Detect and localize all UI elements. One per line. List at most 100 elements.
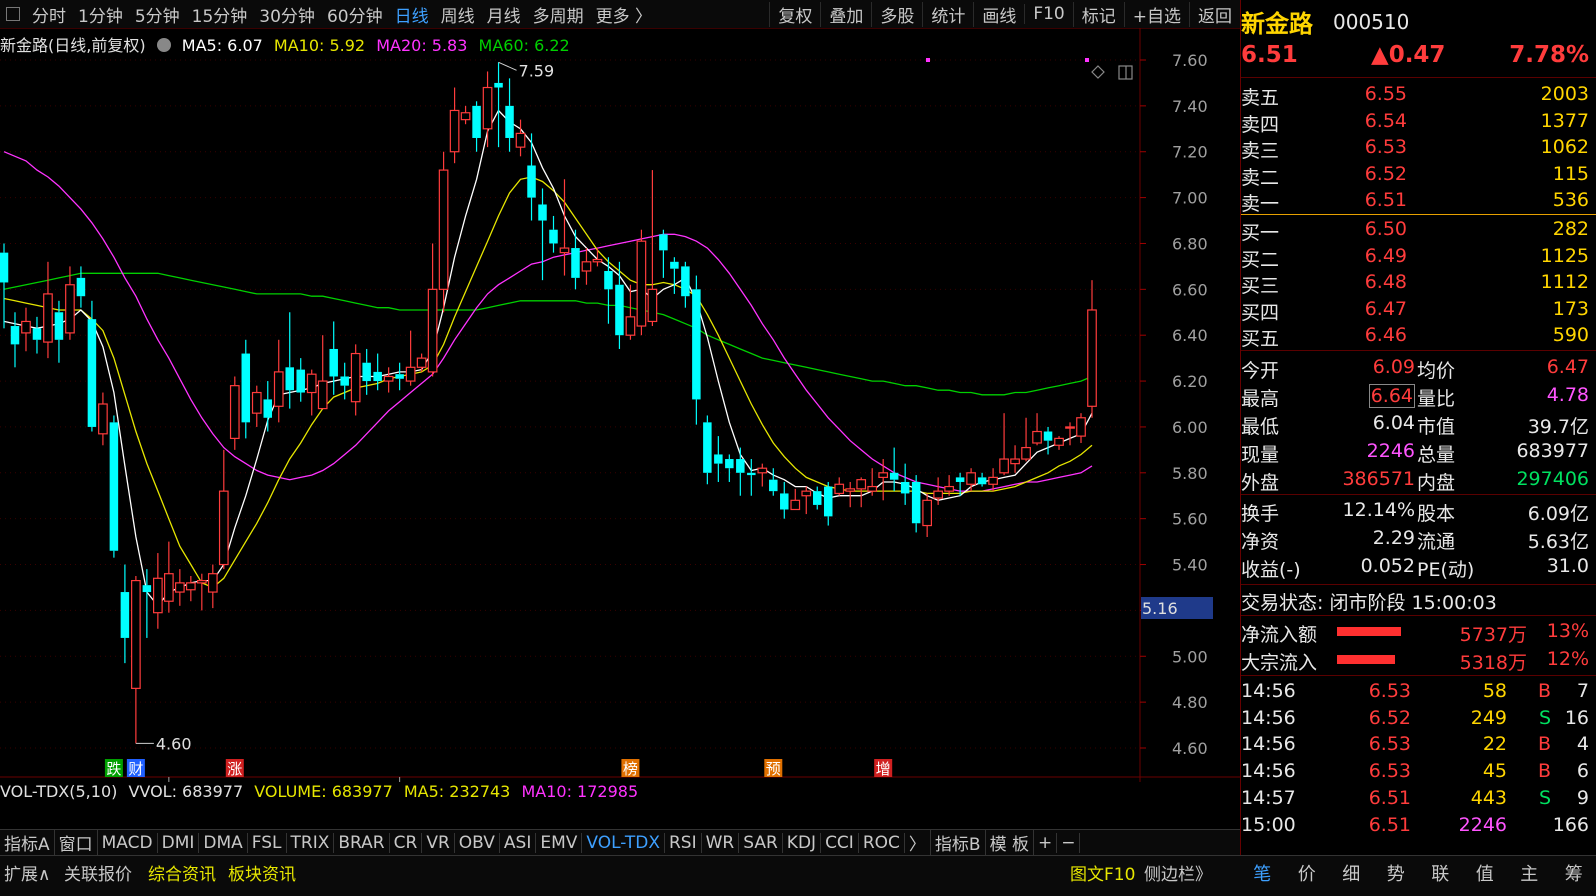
toolbar-tool-button[interactable]: 叠加 — [820, 2, 871, 27]
period-tab[interactable]: 1分钟 — [72, 2, 129, 27]
period-tab[interactable]: 30分钟 — [253, 2, 321, 27]
event-marker[interactable]: 财 — [127, 759, 145, 778]
quote-panel-tab[interactable]: 细 — [1329, 856, 1374, 896]
indicator-tab[interactable]: MACD — [98, 833, 158, 853]
candle[interactable] — [1000, 413, 1009, 475]
candle[interactable] — [648, 170, 657, 326]
period-tab[interactable]: 周线 — [435, 2, 481, 27]
candle[interactable] — [110, 415, 119, 557]
candle[interactable] — [923, 493, 932, 537]
period-tab[interactable]: 15分钟 — [186, 2, 254, 27]
status-item[interactable]: 侧边栏》 — [1144, 860, 1212, 885]
candle[interactable] — [549, 216, 558, 253]
candle[interactable] — [1011, 445, 1020, 473]
indicator-tab[interactable]: 〉 — [905, 830, 931, 855]
candle[interactable] — [384, 367, 393, 392]
candle[interactable] — [121, 565, 130, 664]
candle[interactable] — [329, 321, 338, 394]
indicator-tab[interactable]: TRIX — [287, 833, 335, 853]
candle[interactable] — [813, 487, 822, 510]
candle[interactable] — [187, 576, 196, 601]
candle[interactable] — [978, 473, 987, 487]
candle[interactable] — [406, 331, 415, 386]
candle[interactable] — [417, 354, 426, 372]
indicator-tab[interactable]: SAR — [739, 833, 783, 853]
indicator-tab[interactable]: CCI — [821, 833, 859, 853]
candle[interactable] — [1066, 422, 1075, 445]
status-item[interactable]: 扩展∧ — [4, 860, 50, 885]
quote-panel-tab[interactable]: 筹 — [1552, 856, 1596, 896]
candle[interactable] — [428, 243, 437, 376]
quote-panel-tab[interactable]: 主 — [1507, 856, 1552, 896]
candle[interactable] — [901, 464, 910, 505]
candle[interactable] — [472, 101, 481, 151]
candle[interactable] — [857, 477, 866, 507]
candle[interactable] — [220, 450, 229, 569]
indicator-tab[interactable]: WR — [702, 833, 740, 853]
candle[interactable] — [285, 312, 294, 408]
candle[interactable] — [274, 340, 283, 423]
indicator-tab[interactable]: 窗口 — [55, 830, 98, 855]
candle[interactable] — [912, 475, 921, 532]
candle[interactable] — [439, 152, 448, 313]
candle[interactable] — [736, 448, 745, 496]
candle[interactable] — [615, 262, 624, 349]
candle[interactable] — [176, 569, 185, 606]
candle[interactable] — [626, 285, 635, 340]
candle[interactable] — [253, 386, 262, 427]
candle[interactable] — [1044, 427, 1053, 455]
candle[interactable] — [99, 393, 108, 446]
event-marker[interactable]: 增 — [874, 759, 892, 778]
period-tab[interactable]: 5分钟 — [129, 2, 186, 27]
candle[interactable] — [681, 262, 690, 308]
period-tab[interactable]: 日线 — [389, 2, 435, 27]
candle[interactable] — [780, 482, 789, 519]
indicator-tab[interactable]: VR — [422, 833, 454, 853]
candle[interactable] — [296, 358, 305, 402]
indicator-tab[interactable]: CR — [390, 833, 423, 853]
indicator-tab[interactable]: ASI — [500, 833, 536, 853]
status-item[interactable]: 板块资讯 — [228, 860, 296, 885]
candle[interactable] — [758, 464, 767, 487]
toolbar-tool-button[interactable]: 复权 — [769, 2, 820, 27]
candle[interactable] — [1022, 418, 1030, 462]
indicator-tab[interactable]: KDJ — [783, 833, 821, 853]
candle[interactable] — [450, 88, 459, 164]
indicator-tab[interactable]: ROC — [859, 833, 905, 853]
indicator-tab[interactable]: BRAR — [334, 833, 389, 853]
candle[interactable] — [318, 335, 327, 408]
candle[interactable] — [242, 340, 251, 439]
quote-panel-tab[interactable]: 联 — [1418, 856, 1463, 896]
candle[interactable] — [1077, 413, 1086, 443]
candle[interactable] — [835, 477, 844, 495]
indicator-tab[interactable]: + — [1034, 833, 1057, 853]
candle[interactable] — [264, 381, 273, 431]
event-marker[interactable]: 榜 — [621, 759, 639, 778]
period-tab[interactable]: 更多 〉 — [590, 2, 658, 27]
candle[interactable] — [44, 262, 53, 358]
candle[interactable] — [88, 301, 97, 432]
candle[interactable] — [791, 489, 800, 510]
zoom-x10-label[interactable]: X10 — [1144, 781, 1171, 782]
toolbar-tool-button[interactable]: 画线 — [973, 2, 1024, 27]
candle[interactable] — [1033, 413, 1042, 445]
candle[interactable] — [307, 370, 316, 416]
event-marker[interactable]: 涨 — [226, 759, 244, 778]
candle[interactable] — [604, 257, 613, 324]
period-tab[interactable]: 月线 — [481, 2, 527, 27]
candle[interactable] — [714, 436, 723, 482]
candle[interactable] — [395, 363, 404, 391]
toolbar-tool-button[interactable]: 多股 — [871, 2, 922, 27]
candle[interactable] — [802, 487, 811, 515]
status-item[interactable]: 图文F10 — [1070, 860, 1135, 885]
candle[interactable] — [494, 62, 503, 147]
candle[interactable] — [66, 266, 75, 339]
toolbar-tool-button[interactable]: 统计 — [922, 2, 973, 27]
candle[interactable] — [1055, 436, 1064, 450]
candle[interactable] — [846, 482, 855, 507]
candle[interactable] — [11, 312, 20, 367]
indicator-tab[interactable]: 模 板 — [986, 830, 1034, 855]
status-item[interactable]: 关联报价 — [64, 860, 132, 885]
quote-panel-tab[interactable]: 价 — [1285, 856, 1330, 896]
candle[interactable] — [209, 565, 218, 609]
